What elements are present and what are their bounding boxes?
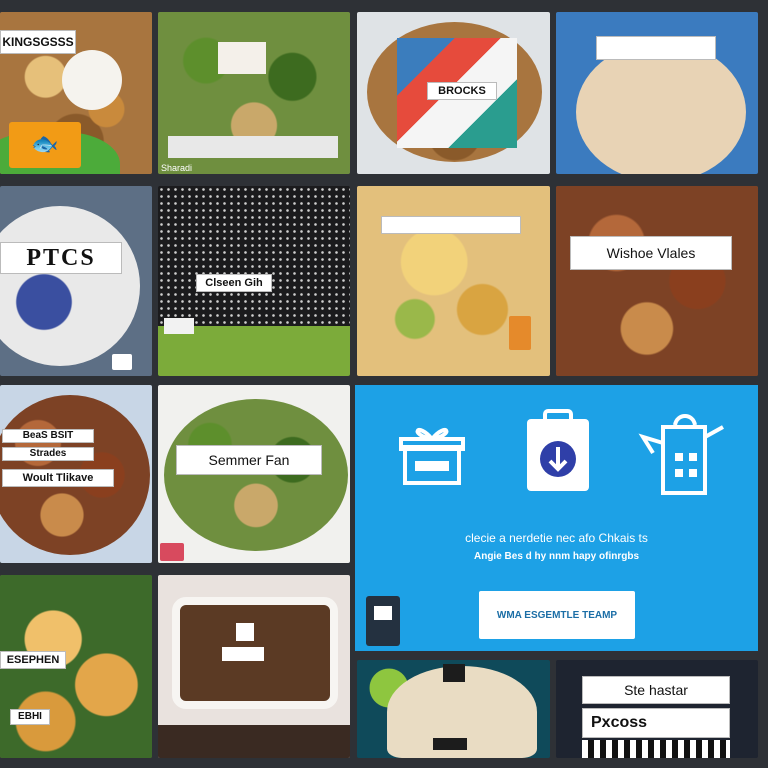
tile-photo [576, 42, 746, 174]
tile-label: PTCS [0, 242, 122, 274]
fork-icon[interactable] [509, 316, 531, 350]
tile-label: KINGSGSSS [0, 30, 76, 54]
fish-button[interactable]: 🐟 [9, 122, 81, 168]
recipe-tile-7[interactable] [357, 186, 550, 376]
tile-label: Semmer Fan [176, 445, 322, 475]
promo-headline: clecie a nerdetie nec afo Chkais ts [465, 531, 648, 545]
tile-blank-label [596, 36, 716, 60]
food-tag [433, 738, 467, 750]
recipe-tile-8[interactable]: Wishoe Vlales [556, 186, 758, 376]
fish-icon: 🐟 [31, 131, 59, 156]
tile-label-1: BeaS BSIT [2, 429, 94, 443]
recipe-tile-3[interactable]: BROCKS [357, 12, 550, 174]
sticker-icon [164, 318, 194, 334]
recipe-tile-14[interactable]: Ste hastar Pxcoss [556, 660, 758, 758]
recipe-tile-13[interactable] [357, 660, 550, 758]
recipe-tile-9[interactable]: BeaS BSIT Strades Woult Tlikave [0, 385, 152, 563]
cart-icon[interactable] [112, 354, 132, 370]
cart-widget[interactable] [366, 596, 400, 646]
bottom-strip [158, 725, 350, 758]
tile-label-2: Pxcoss [582, 708, 730, 738]
badge-icon [160, 543, 184, 561]
tile-label: BROCKS [427, 82, 497, 100]
promo-subline: Angie Bes d hy nnm hapy ofinrgbs [473, 551, 639, 562]
tray-strip [168, 136, 338, 158]
tile-label: Wishoe Vlales [570, 236, 732, 270]
recipe-tile-5[interactable]: PTCS [0, 186, 152, 376]
tile-label-1: ESEPHEN [0, 651, 66, 669]
bowl-photo [0, 206, 140, 366]
striped-bar [582, 740, 730, 758]
shopping-bag-icon [523, 409, 593, 491]
tile-label-1: Ste hastar [582, 676, 730, 704]
tile-label: Clseen Gih [196, 274, 272, 292]
tile-label-2: Strades [2, 447, 94, 461]
recipe-grid: KINGSGSSS 🐟 Sharadi BROCKS PTCS Clseen G… [0, 0, 768, 768]
salad-bowl [164, 399, 348, 551]
recipe-tile-6[interactable]: Clseen Gih [158, 186, 350, 376]
tile-caption: Sharadi [161, 163, 193, 173]
gift-box-icon [397, 417, 467, 487]
rice-bowl [62, 50, 122, 110]
hat-tag [443, 664, 465, 682]
recipe-tile-12[interactable] [158, 575, 350, 758]
tile-blank-label [381, 216, 521, 234]
chef-sticker [218, 42, 266, 74]
recipe-tile-4[interactable] [556, 12, 758, 174]
tile-label-2: EBHI [10, 709, 50, 725]
promo-cta-button[interactable]: WMA ESGEMTLE TEAMP [479, 591, 635, 639]
recipe-tile-2[interactable]: Sharadi [158, 12, 350, 174]
dish-tag [236, 623, 254, 641]
recipe-tile-11[interactable]: ESEPHEN EBHI [0, 575, 152, 758]
recipe-tile-1[interactable]: KINGSGSSS 🐟 [0, 12, 152, 174]
teapot-icon [637, 413, 724, 495]
dish-tag-2 [222, 647, 264, 661]
tile-label-3: Woult Tlikave [2, 469, 114, 487]
tile-photo [556, 186, 758, 376]
recipe-tile-10[interactable]: Semmer Fan [158, 385, 350, 563]
promo-panel: clecie a nerdetie nec afo Chkais ts Angi… [355, 385, 758, 651]
cart-icon [374, 606, 392, 620]
